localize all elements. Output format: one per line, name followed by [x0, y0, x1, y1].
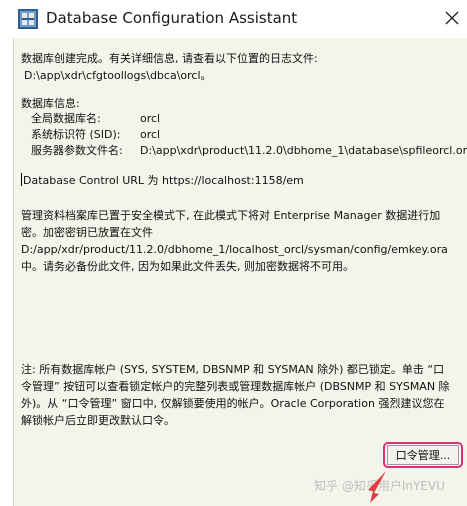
secure-mode-text: 管理资料档案库已置于安全模式下, 在此模式下将对 Enterprise Mana…	[21, 209, 448, 273]
database-app-icon	[18, 9, 38, 29]
close-button[interactable]	[440, 6, 464, 30]
db-info-label: 系统标识符 (SID):	[31, 128, 121, 141]
control-url: Database Control URL 为 https://localhost…	[21, 173, 304, 187]
password-management-highlight: 口令管理...	[383, 442, 463, 468]
window-title: Database Configuration Assistant	[46, 9, 298, 27]
db-info-value: orcl	[140, 128, 161, 141]
db-info-row-spfile: 服务器参数文件名: D:\app\xdr\product\11.2.0\dbhom…	[31, 143, 467, 158]
db-info-row-sid: 系统标识符 (SID): orcl	[31, 127, 160, 142]
text-caret	[21, 173, 22, 186]
dialog-body: 数据库创建完成。有关详细信息, 请查看以下位置的日志文件: D:\app\xdr…	[13, 38, 467, 506]
log-path: D:\app\xdr\cfgtoollogs\dbca\orcl。	[24, 69, 212, 82]
intro-line-1: 数据库创建完成。有关详细信息, 请查看以下位置的日志文件:	[21, 52, 318, 65]
db-info-row-global-name: 全局数据库名: orcl	[31, 111, 160, 126]
password-management-button[interactable]: 口令管理...	[387, 445, 459, 465]
db-info-header: 数据库信息:	[21, 97, 80, 110]
title-bar: Database Configuration Assistant	[0, 0, 467, 38]
db-info-label: 服务器参数文件名:	[31, 144, 123, 157]
db-info-value: orcl	[140, 112, 161, 125]
arrow-cursor-icon	[368, 471, 386, 503]
account-lock-note: 注: 所有数据库帐户 (SYS, SYSTEM, DBSNMP 和 SYSMAN…	[21, 363, 450, 427]
db-info-value: D:\app\xdr\product\11.2.0\dbhome_1\datab…	[140, 144, 467, 157]
close-icon	[445, 11, 459, 25]
db-info-label: 全局数据库名:	[31, 112, 101, 125]
